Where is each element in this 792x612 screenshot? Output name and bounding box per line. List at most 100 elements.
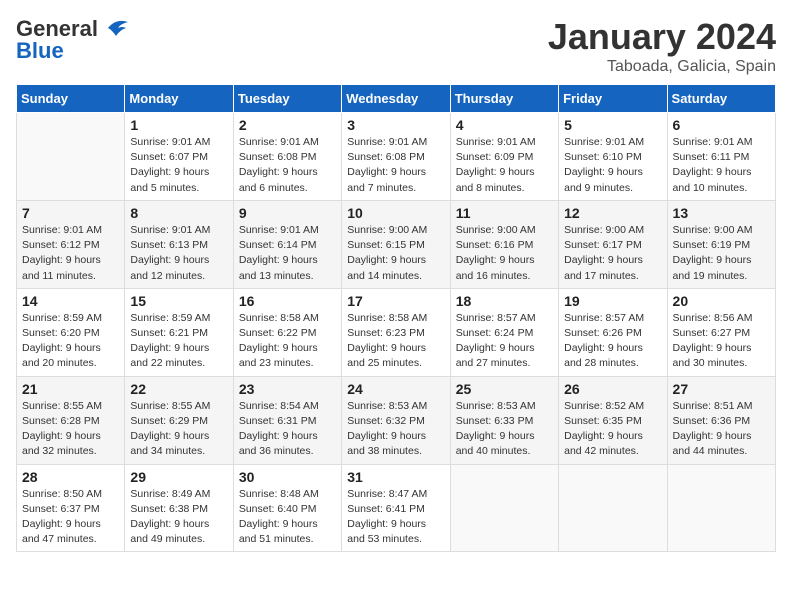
- day-number: 15: [130, 293, 227, 309]
- calendar-cell: 6 Sunrise: 9:01 AM Sunset: 6:11 PM Daylig…: [667, 113, 775, 201]
- month-title: January 2024: [548, 16, 776, 58]
- day-info: Sunrise: 9:01 AM Sunset: 6:12 PM Dayligh…: [22, 223, 119, 284]
- day-number: 19: [564, 293, 661, 309]
- day-info: Sunrise: 8:52 AM Sunset: 6:35 PM Dayligh…: [564, 399, 661, 460]
- day-info: Sunrise: 8:58 AM Sunset: 6:23 PM Dayligh…: [347, 311, 444, 372]
- day-info: Sunrise: 8:53 AM Sunset: 6:33 PM Dayligh…: [456, 399, 553, 460]
- day-number: 3: [347, 117, 444, 133]
- day-info: Sunrise: 8:49 AM Sunset: 6:38 PM Dayligh…: [130, 487, 227, 548]
- day-info: Sunrise: 8:57 AM Sunset: 6:26 PM Dayligh…: [564, 311, 661, 372]
- header-thursday: Thursday: [450, 85, 558, 113]
- calendar-cell: 7 Sunrise: 9:01 AM Sunset: 6:12 PM Daylig…: [17, 200, 125, 288]
- day-info: Sunrise: 8:51 AM Sunset: 6:36 PM Dayligh…: [673, 399, 770, 460]
- day-number: 26: [564, 381, 661, 397]
- calendar-cell: 24Sunrise: 8:53 AM Sunset: 6:32 PM Dayli…: [342, 376, 450, 464]
- day-info: Sunrise: 8:54 AM Sunset: 6:31 PM Dayligh…: [239, 399, 336, 460]
- day-number: 11: [456, 205, 553, 221]
- calendar-cell: [559, 464, 667, 552]
- calendar-cell: 3 Sunrise: 9:01 AM Sunset: 6:08 PM Daylig…: [342, 113, 450, 201]
- day-number: 30: [239, 469, 336, 485]
- day-info: Sunrise: 8:47 AM Sunset: 6:41 PM Dayligh…: [347, 487, 444, 548]
- calendar-cell: 5Sunrise: 9:01 AM Sunset: 6:10 PM Daylig…: [559, 113, 667, 201]
- day-info: Sunrise: 9:01 AM Sunset: 6:08 PM Dayligh…: [239, 135, 336, 196]
- day-info: Sunrise: 8:48 AM Sunset: 6:40 PM Dayligh…: [239, 487, 336, 548]
- day-number: 8: [130, 205, 227, 221]
- day-number: 16: [239, 293, 336, 309]
- calendar-cell: 9 Sunrise: 9:01 AM Sunset: 6:14 PM Daylig…: [233, 200, 341, 288]
- day-number: 7: [22, 205, 119, 221]
- calendar-cell: [17, 113, 125, 201]
- calendar-cell: 1 Sunrise: 9:01 AM Sunset: 6:07 PM Daylig…: [125, 113, 233, 201]
- calendar-cell: [667, 464, 775, 552]
- day-number: 31: [347, 469, 444, 485]
- location-title: Taboada, Galicia, Spain: [548, 58, 776, 76]
- day-info: Sunrise: 8:58 AM Sunset: 6:22 PM Dayligh…: [239, 311, 336, 372]
- day-number: 14: [22, 293, 119, 309]
- day-number: 20: [673, 293, 770, 309]
- day-info: Sunrise: 9:00 AM Sunset: 6:15 PM Dayligh…: [347, 223, 444, 284]
- calendar-cell: 14 Sunrise: 8:59 AM Sunset: 6:20 PM Dayli…: [17, 288, 125, 376]
- header-wednesday: Wednesday: [342, 85, 450, 113]
- calendar-cell: [450, 464, 558, 552]
- calendar-cell: 11 Sunrise: 9:00 AM Sunset: 6:16 PM Dayli…: [450, 200, 558, 288]
- header-friday: Friday: [559, 85, 667, 113]
- header-saturday: Saturday: [667, 85, 775, 113]
- calendar-cell: 16 Sunrise: 8:58 AM Sunset: 6:22 PM Dayli…: [233, 288, 341, 376]
- header-monday: Monday: [125, 85, 233, 113]
- day-info: Sunrise: 8:55 AM Sunset: 6:28 PM Dayligh…: [22, 399, 119, 460]
- calendar-cell: 28Sunrise: 8:50 AM Sunset: 6:37 PM Dayli…: [17, 464, 125, 552]
- day-info: Sunrise: 9:01 AM Sunset: 6:08 PM Dayligh…: [347, 135, 444, 196]
- day-info: Sunrise: 8:57 AM Sunset: 6:24 PM Dayligh…: [456, 311, 553, 372]
- day-number: 9: [239, 205, 336, 221]
- calendar-cell: 21 Sunrise: 8:55 AM Sunset: 6:28 PM Dayli…: [17, 376, 125, 464]
- day-number: 13: [673, 205, 770, 221]
- day-info: Sunrise: 9:00 AM Sunset: 6:16 PM Dayligh…: [456, 223, 553, 284]
- day-number: 2: [239, 117, 336, 133]
- logo: General Blue: [16, 16, 130, 64]
- day-info: Sunrise: 8:55 AM Sunset: 6:29 PM Dayligh…: [130, 399, 227, 460]
- calendar-week-row: 7 Sunrise: 9:01 AM Sunset: 6:12 PM Daylig…: [17, 200, 776, 288]
- page-header: General Blue January 2024 Taboada, Galic…: [16, 16, 776, 76]
- day-info: Sunrise: 8:59 AM Sunset: 6:20 PM Dayligh…: [22, 311, 119, 372]
- day-info: Sunrise: 8:59 AM Sunset: 6:21 PM Dayligh…: [130, 311, 227, 372]
- logo-bird-icon: [102, 18, 130, 40]
- calendar-cell: 23Sunrise: 8:54 AM Sunset: 6:31 PM Dayli…: [233, 376, 341, 464]
- calendar-week-row: 1 Sunrise: 9:01 AM Sunset: 6:07 PM Daylig…: [17, 113, 776, 201]
- day-info: Sunrise: 9:01 AM Sunset: 6:14 PM Dayligh…: [239, 223, 336, 284]
- day-info: Sunrise: 9:01 AM Sunset: 6:09 PM Dayligh…: [456, 135, 553, 196]
- calendar-cell: 25Sunrise: 8:53 AM Sunset: 6:33 PM Dayli…: [450, 376, 558, 464]
- calendar-cell: 31 Sunrise: 8:47 AM Sunset: 6:41 PM Dayli…: [342, 464, 450, 552]
- day-number: 1: [130, 117, 227, 133]
- calendar-cell: 22 Sunrise: 8:55 AM Sunset: 6:29 PM Dayli…: [125, 376, 233, 464]
- calendar-week-row: 21 Sunrise: 8:55 AM Sunset: 6:28 PM Dayli…: [17, 376, 776, 464]
- day-info: Sunrise: 9:00 AM Sunset: 6:19 PM Dayligh…: [673, 223, 770, 284]
- day-info: Sunrise: 9:01 AM Sunset: 6:11 PM Dayligh…: [673, 135, 770, 196]
- day-number: 10: [347, 205, 444, 221]
- calendar-cell: 18 Sunrise: 8:57 AM Sunset: 6:24 PM Dayli…: [450, 288, 558, 376]
- day-number: 22: [130, 381, 227, 397]
- calendar-cell: 27 Sunrise: 8:51 AM Sunset: 6:36 PM Dayli…: [667, 376, 775, 464]
- day-number: 18: [456, 293, 553, 309]
- calendar-header-row: SundayMondayTuesdayWednesdayThursdayFrid…: [17, 85, 776, 113]
- day-number: 6: [673, 117, 770, 133]
- day-number: 29: [130, 469, 227, 485]
- calendar-cell: 2 Sunrise: 9:01 AM Sunset: 6:08 PM Daylig…: [233, 113, 341, 201]
- title-block: January 2024 Taboada, Galicia, Spain: [548, 16, 776, 76]
- day-info: Sunrise: 9:01 AM Sunset: 6:13 PM Dayligh…: [130, 223, 227, 284]
- header-tuesday: Tuesday: [233, 85, 341, 113]
- calendar-cell: 4Sunrise: 9:01 AM Sunset: 6:09 PM Daylig…: [450, 113, 558, 201]
- calendar-cell: 10 Sunrise: 9:00 AM Sunset: 6:15 PM Dayli…: [342, 200, 450, 288]
- day-number: 21: [22, 381, 119, 397]
- day-info: Sunrise: 8:53 AM Sunset: 6:32 PM Dayligh…: [347, 399, 444, 460]
- day-info: Sunrise: 9:01 AM Sunset: 6:10 PM Dayligh…: [564, 135, 661, 196]
- calendar-table: SundayMondayTuesdayWednesdayThursdayFrid…: [16, 84, 776, 552]
- calendar-cell: 26 Sunrise: 8:52 AM Sunset: 6:35 PM Dayli…: [559, 376, 667, 464]
- day-number: 27: [673, 381, 770, 397]
- calendar-cell: 29 Sunrise: 8:49 AM Sunset: 6:38 PM Dayli…: [125, 464, 233, 552]
- calendar-cell: 20Sunrise: 8:56 AM Sunset: 6:27 PM Dayli…: [667, 288, 775, 376]
- calendar-cell: 8 Sunrise: 9:01 AM Sunset: 6:13 PM Daylig…: [125, 200, 233, 288]
- calendar-cell: 19 Sunrise: 8:57 AM Sunset: 6:26 PM Dayli…: [559, 288, 667, 376]
- day-info: Sunrise: 9:01 AM Sunset: 6:07 PM Dayligh…: [130, 135, 227, 196]
- calendar-cell: 17Sunrise: 8:58 AM Sunset: 6:23 PM Dayli…: [342, 288, 450, 376]
- header-sunday: Sunday: [17, 85, 125, 113]
